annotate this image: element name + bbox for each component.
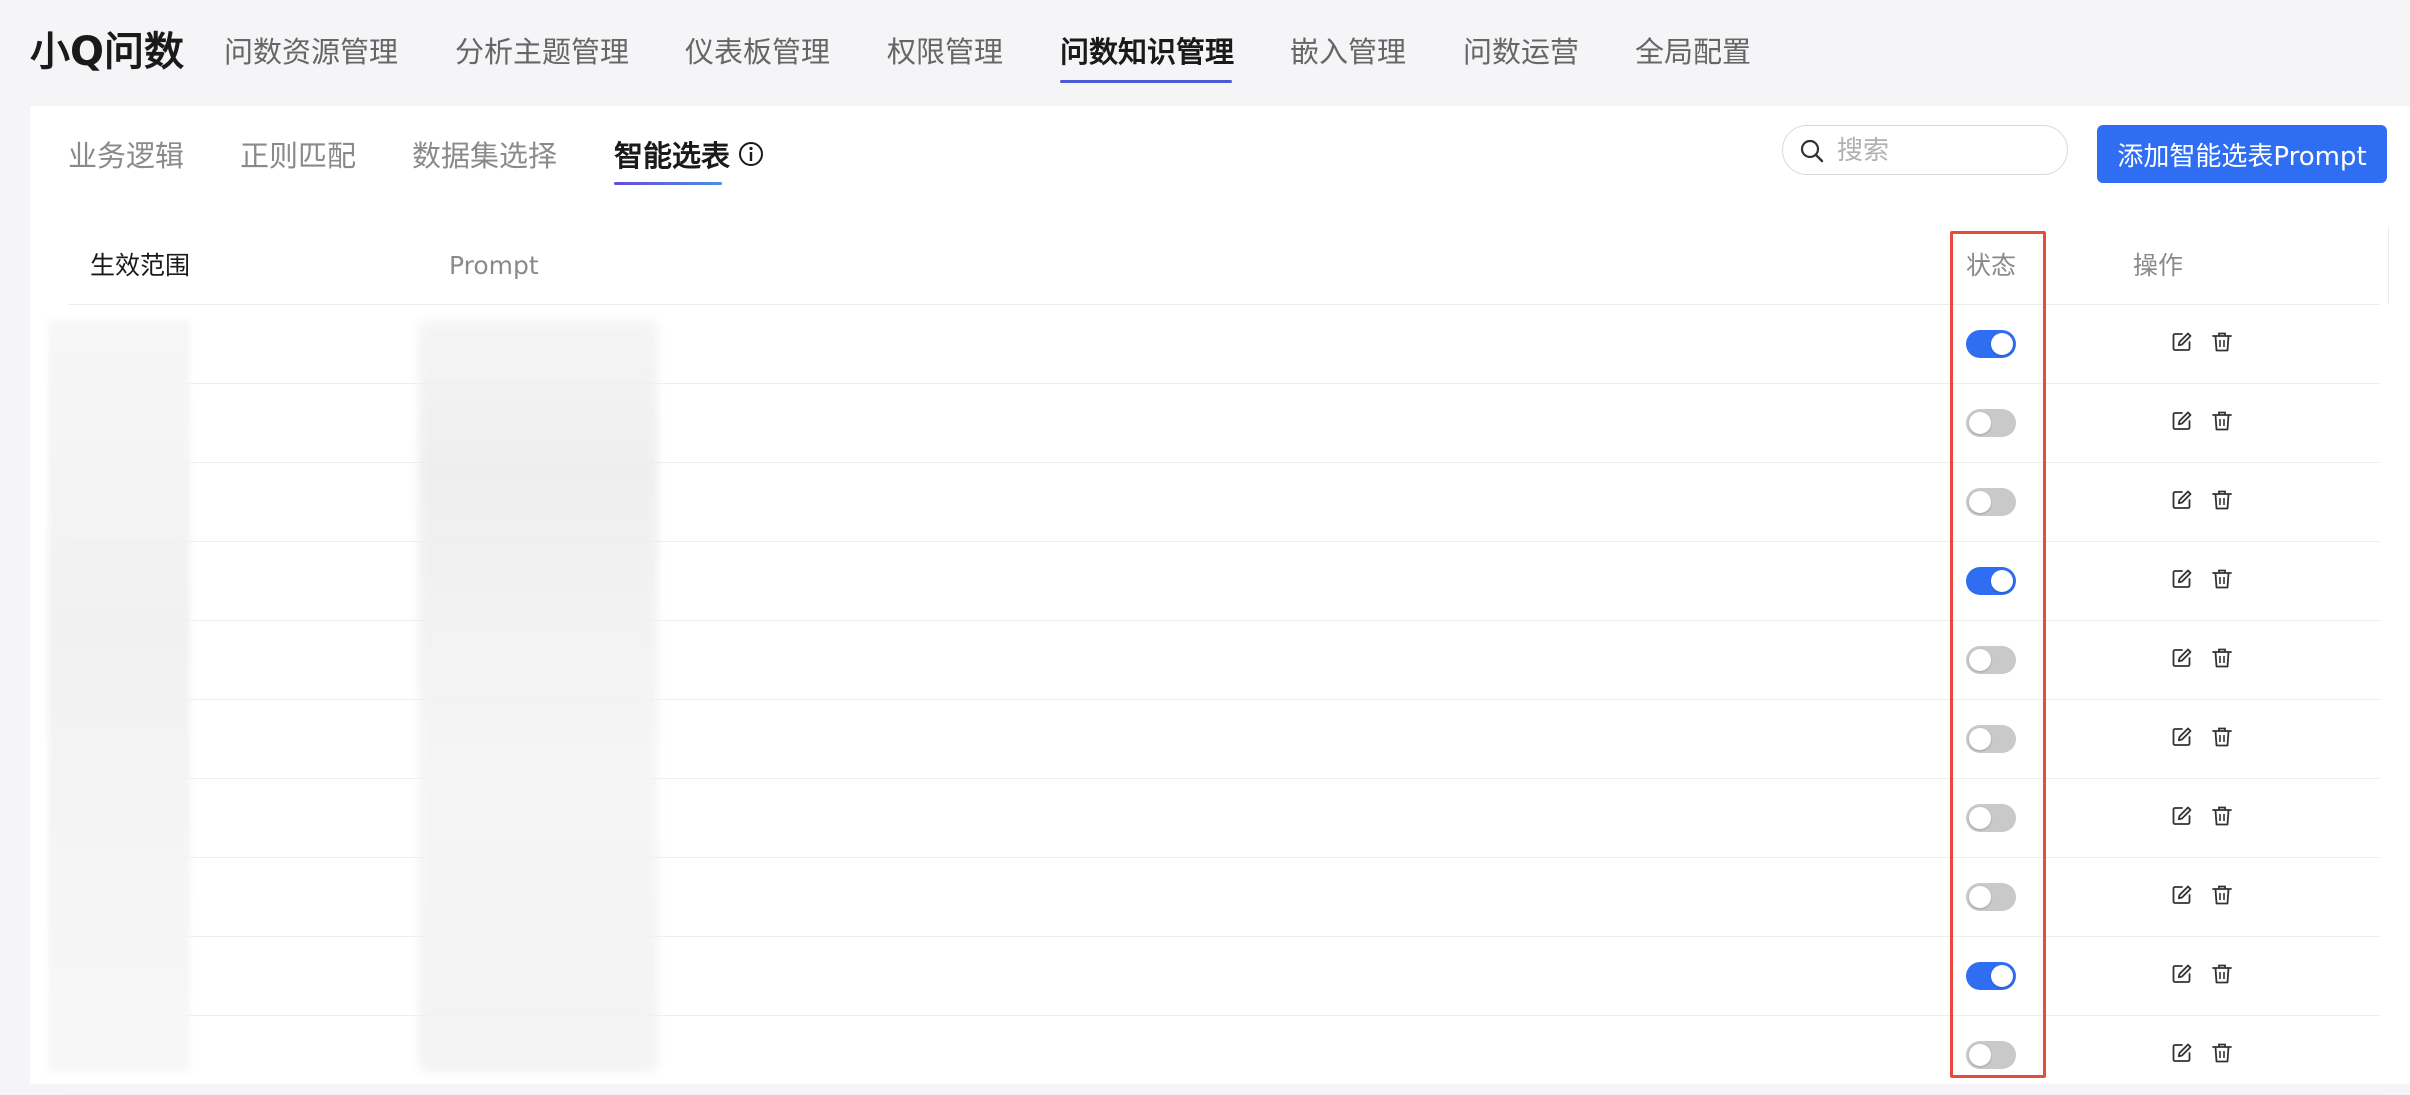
toggle-knob	[1969, 807, 1991, 829]
table-row	[68, 1015, 2380, 1095]
edit-icon[interactable]	[2170, 962, 2194, 986]
column-divider	[2388, 226, 2389, 304]
toggle-knob	[1969, 886, 1991, 908]
table-row	[68, 936, 2380, 1016]
edit-icon[interactable]	[2170, 409, 2194, 433]
edit-icon[interactable]	[2170, 567, 2194, 591]
toggle-knob	[1969, 728, 1991, 750]
redacted-prompt-column	[418, 320, 658, 1072]
app-logo: 小Q问数	[30, 29, 185, 75]
nav-item-operation[interactable]: 问数运营	[1463, 30, 1579, 74]
nav-item-permission[interactable]: 权限管理	[887, 30, 1003, 74]
main-panel: 业务逻辑 正则匹配 数据集选择 智能选表 添加智能选表Prompt 生效范围 P…	[30, 106, 2410, 1095]
toggle-knob	[1969, 1044, 1991, 1066]
table-row	[68, 541, 2380, 621]
nav-item-topic[interactable]: 分析主题管理	[455, 30, 629, 74]
table-row	[68, 383, 2380, 463]
table-row	[68, 304, 2380, 384]
edit-icon[interactable]	[2170, 725, 2194, 749]
table-header: 生效范围 Prompt 状态 操作	[68, 226, 2389, 305]
trash-icon[interactable]	[2210, 567, 2234, 591]
toggle-knob	[1969, 491, 1991, 513]
table-row	[68, 462, 2380, 542]
trash-icon[interactable]	[2210, 804, 2234, 828]
trash-icon[interactable]	[2210, 883, 2234, 907]
status-toggle[interactable]	[1966, 962, 2016, 990]
search-box[interactable]	[1782, 125, 2068, 175]
tab-regex-match[interactable]: 正则匹配	[240, 134, 356, 178]
column-header-actions: 操作	[2133, 251, 2184, 280]
toggle-knob	[1991, 570, 2013, 592]
status-toggle[interactable]	[1966, 409, 2016, 437]
table-row	[68, 620, 2380, 700]
toggle-knob	[1991, 965, 2013, 987]
status-toggle[interactable]	[1966, 567, 2016, 595]
nav-active-indicator	[1060, 80, 1232, 83]
nav-item-resource[interactable]: 问数资源管理	[224, 30, 398, 74]
status-toggle[interactable]	[1966, 725, 2016, 753]
trash-icon[interactable]	[2210, 1041, 2234, 1065]
tab-dataset-select[interactable]: 数据集选择	[412, 134, 557, 178]
trash-icon[interactable]	[2210, 725, 2234, 749]
top-navigation: 小Q问数 问数资源管理 分析主题管理 仪表板管理 权限管理 问数知识管理 嵌入管…	[0, 0, 2410, 106]
table-row	[68, 778, 2380, 858]
edit-icon[interactable]	[2170, 330, 2194, 354]
edit-icon[interactable]	[2170, 804, 2194, 828]
trash-icon[interactable]	[2210, 646, 2234, 670]
trash-icon[interactable]	[2210, 962, 2234, 986]
status-toggle[interactable]	[1966, 488, 2016, 516]
subtab-active-indicator	[614, 182, 722, 185]
search-icon	[1800, 139, 1824, 163]
status-toggle[interactable]	[1966, 804, 2016, 832]
table-row	[68, 857, 2380, 937]
status-toggle[interactable]	[1966, 646, 2016, 674]
trash-icon[interactable]	[2210, 330, 2234, 354]
status-toggle[interactable]	[1966, 1041, 2016, 1069]
status-toggle[interactable]	[1966, 330, 2016, 358]
edit-icon[interactable]	[2170, 883, 2194, 907]
toggle-knob	[1991, 333, 2013, 355]
edit-icon[interactable]	[2170, 488, 2194, 512]
edit-icon[interactable]	[2170, 1041, 2194, 1065]
status-toggle[interactable]	[1966, 883, 2016, 911]
trash-icon[interactable]	[2210, 409, 2234, 433]
column-header-status[interactable]: 状态	[1966, 246, 2016, 286]
edit-icon[interactable]	[2170, 646, 2194, 670]
toggle-knob	[1969, 649, 1991, 671]
table-row	[68, 699, 2380, 779]
redacted-scope-column	[48, 320, 190, 1072]
column-header-scope[interactable]: 生效范围	[90, 246, 190, 286]
nav-item-dashboard[interactable]: 仪表板管理	[685, 30, 830, 74]
toggle-knob	[1969, 412, 1991, 434]
nav-item-embed[interactable]: 嵌入管理	[1290, 30, 1406, 74]
nav-item-global-config[interactable]: 全局配置	[1635, 30, 1751, 74]
tab-smart-table-select[interactable]: 智能选表	[614, 134, 730, 178]
trash-icon[interactable]	[2210, 488, 2234, 512]
search-input[interactable]	[1835, 134, 2059, 168]
add-smart-prompt-button[interactable]: 添加智能选表Prompt	[2097, 125, 2387, 183]
column-header-prompt[interactable]: Prompt	[449, 246, 539, 286]
nav-item-knowledge[interactable]: 问数知识管理	[1060, 30, 1234, 74]
tab-business-logic[interactable]: 业务逻辑	[68, 134, 184, 178]
info-circle-icon[interactable]	[737, 140, 765, 168]
